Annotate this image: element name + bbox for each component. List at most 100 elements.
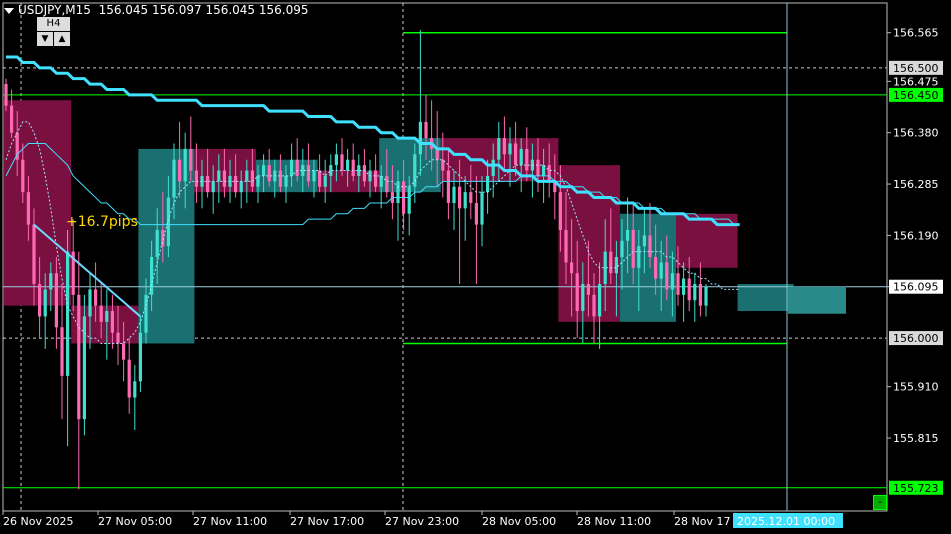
candle-body: [346, 159, 350, 171]
candle-body: [318, 170, 322, 187]
candle-body: [424, 121, 428, 139]
candle-body: [60, 327, 64, 376]
candle-body: [88, 289, 92, 317]
candle-body: [452, 186, 456, 203]
candle-body: [469, 192, 473, 203]
candle-body: [234, 175, 238, 193]
candle-body: [105, 311, 109, 322]
candle-body: [82, 316, 86, 420]
candle-body: [698, 284, 702, 306]
price-tag-label: 156.095: [893, 281, 939, 294]
symbol-header: USDJPY,M15 156.045 156.097 156.045 156.0…: [4, 3, 309, 17]
candle-body: [519, 148, 523, 166]
y-tick-label: 156.380: [893, 127, 939, 140]
candle-body: [183, 148, 187, 182]
candle-body: [127, 359, 131, 398]
candle-body: [250, 170, 254, 187]
timeframe-up-button[interactable]: ▲: [54, 32, 70, 46]
price-tag-label: 156.000: [893, 332, 939, 345]
h4-box: [737, 284, 794, 312]
candle-body: [43, 289, 47, 317]
ma-slow-line: [6, 55, 740, 227]
candle-body: [536, 159, 540, 176]
candle-body: [278, 170, 282, 187]
candle-body: [407, 186, 411, 214]
h4-box: [676, 213, 738, 268]
candle-body: [54, 273, 58, 328]
candle-body: [648, 235, 652, 257]
candle-body: [570, 262, 574, 274]
candle-body: [659, 262, 663, 279]
symbol-timeframe: USDJPY,M15: [18, 3, 91, 17]
x-tick-label: 26 Nov 2025: [3, 515, 73, 528]
candle-body: [458, 186, 462, 209]
candle-body: [222, 170, 226, 187]
candle-body: [446, 170, 450, 203]
x-tick-label: 28 Nov 05:00: [482, 515, 556, 528]
plot-frame: [2, 2, 888, 512]
timeframe-down-button[interactable]: ▼: [37, 32, 53, 46]
candle-body: [262, 165, 266, 176]
candle-body: [385, 175, 389, 193]
candle-body: [620, 240, 624, 257]
candle-body: [206, 175, 210, 193]
price-tag-label: 155.723: [893, 482, 939, 495]
timeframe-label: H4: [37, 17, 70, 31]
candle-body: [598, 284, 602, 317]
candle-body: [323, 175, 327, 187]
x-tick-label: 28 Nov 11:00: [577, 515, 651, 528]
candle-body: [155, 229, 159, 257]
candle-body: [178, 159, 182, 182]
candle-body: [491, 159, 495, 176]
candle-body: [508, 143, 512, 155]
candle-body: [340, 154, 344, 171]
candle-body: [614, 257, 618, 274]
candle-body: [463, 192, 467, 209]
candle-body: [133, 381, 137, 398]
y-tick-label: 156.565: [893, 27, 939, 40]
candle-body: [284, 175, 288, 187]
menu-triangle-icon[interactable]: [4, 7, 14, 14]
candle-body: [94, 289, 98, 306]
price-tag-label: 156.500: [893, 62, 939, 75]
candle-body: [211, 181, 215, 193]
candle-body: [189, 148, 193, 171]
x-tick-label: 27 Nov 23:00: [385, 515, 459, 528]
candle-body: [586, 284, 590, 295]
candle-body: [665, 262, 669, 290]
candle-body: [374, 170, 378, 187]
y-tick-label: 156.475: [893, 75, 939, 88]
candle-body: [110, 311, 114, 333]
candle-body: [166, 197, 170, 247]
candle-body: [502, 138, 506, 155]
candle-body: [38, 284, 42, 317]
y-tick-label: 155.815: [893, 432, 939, 445]
candle-body: [564, 229, 568, 263]
candle-body: [480, 192, 484, 225]
time-highlight-label: 2025.12.01 00:00: [737, 515, 835, 528]
x-tick-label: 28 Nov 17: [674, 515, 730, 528]
candle-body: [49, 273, 53, 290]
candle-body: [10, 105, 14, 133]
candle-body: [138, 332, 142, 382]
candle-body: [704, 286, 708, 306]
candle-body: [547, 165, 551, 182]
candle-body: [295, 159, 299, 176]
x-tick-label: 27 Nov 17:00: [290, 515, 364, 528]
candle-body: [435, 148, 439, 160]
candle-body: [486, 175, 490, 193]
candle-body: [245, 170, 249, 182]
candle-body: [514, 143, 518, 166]
y-tick-label: 155.910: [893, 381, 939, 394]
candle-body: [4, 84, 8, 106]
candle-body: [413, 154, 417, 187]
candle-body: [592, 294, 596, 317]
candle-body: [334, 154, 338, 166]
collapse-button[interactable]: -: [873, 495, 887, 510]
candle-body: [654, 257, 658, 279]
y-tick-label: 156.285: [893, 178, 939, 191]
candle-body: [290, 159, 294, 176]
candle-body: [77, 294, 81, 420]
chart-canvas: 156.565 156.475 156.380 156.285 156.190 156.0…: [2, 2, 943, 528]
candle-body: [239, 181, 243, 193]
